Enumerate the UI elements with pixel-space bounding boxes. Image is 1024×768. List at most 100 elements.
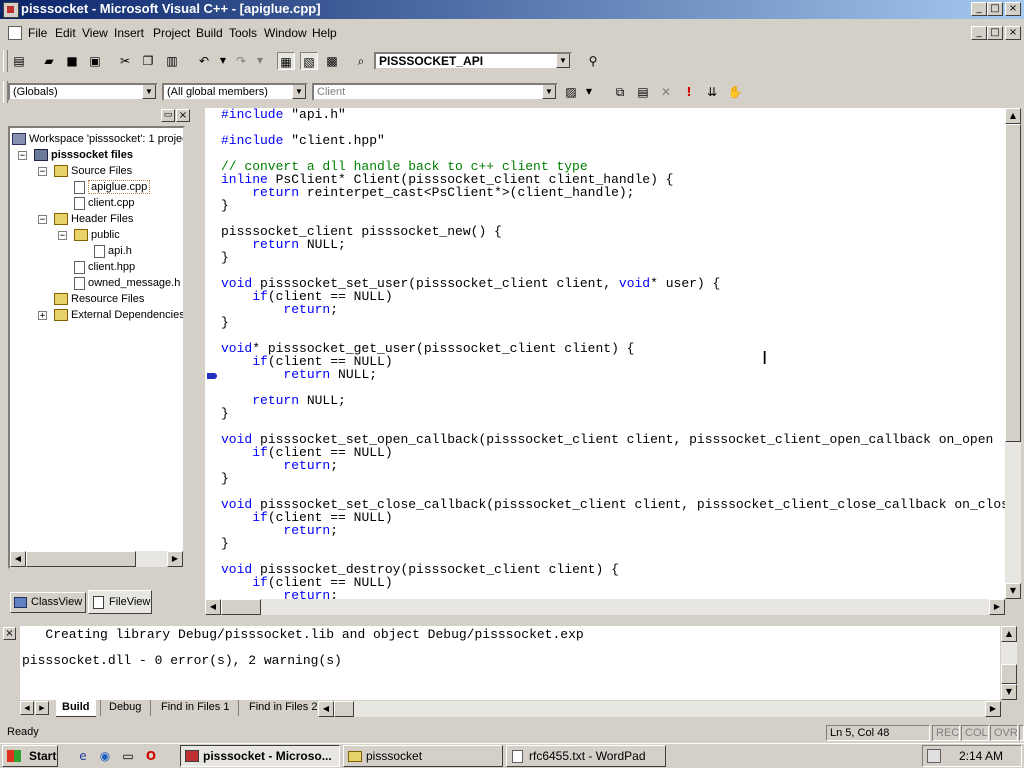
tree-owned-message-h[interactable]: owned_message.h — [74, 275, 180, 291]
go-icon[interactable]: ⇊ — [703, 83, 721, 101]
expand-toggle-icon[interactable]: + — [38, 311, 47, 321]
wizard-action-dropdown-icon[interactable]: ▼ — [580, 83, 598, 101]
scroll-right-icon[interactable]: ▶ — [167, 551, 183, 567]
tree-source-files[interactable]: Source Files — [54, 163, 132, 179]
save-icon[interactable]: ■ — [63, 52, 81, 70]
chevron-down-icon[interactable]: ▼ — [142, 85, 156, 99]
doc-close-button[interactable]: × — [1005, 26, 1021, 40]
find-in-files-icon[interactable]: ⌕ — [352, 52, 370, 70]
menu-project[interactable]: Project — [153, 26, 190, 40]
expand-toggle-icon[interactable]: − — [38, 215, 47, 225]
tab-find-in-files-2[interactable]: Find in Files 2 — [238, 700, 327, 716]
doc-restore-button[interactable]: □ — [987, 26, 1003, 40]
workspace-window-icon[interactable]: ▦ — [277, 52, 295, 70]
stop-build-icon[interactable]: ✕ — [657, 83, 675, 101]
tree-hscrollbar[interactable]: ◀ ▶ — [10, 551, 183, 567]
task-msvc[interactable]: pisssocket - Microso... — [180, 745, 340, 767]
code-editor[interactable]: #include "api.h" #include "client.hpp" /… — [205, 108, 1005, 599]
menu-edit[interactable]: Edit — [55, 26, 76, 40]
project-config-combo[interactable]: PISSSOCKET_API ▼ — [374, 52, 572, 70]
tree-api-h[interactable]: api.h — [94, 243, 132, 259]
execute-icon[interactable]: ! — [680, 83, 698, 101]
tree-external-dependencies[interactable]: External Dependencies — [54, 307, 183, 323]
ie-icon[interactable]: e — [74, 747, 92, 765]
expand-toggle-icon[interactable]: − — [38, 167, 47, 177]
function-combo[interactable]: Client ▼ — [312, 83, 558, 101]
scroll-left-icon[interactable]: ◀ — [205, 599, 221, 615]
editor-vscrollbar[interactable]: ▲ ▼ — [1005, 108, 1021, 599]
scroll-thumb[interactable] — [334, 701, 354, 717]
menu-file[interactable]: File — [28, 26, 47, 40]
scroll-thumb[interactable] — [1001, 664, 1017, 684]
scroll-thumb[interactable] — [26, 551, 136, 567]
tree-apiglue-cpp[interactable]: apiglue.cpp — [74, 179, 151, 195]
tree-header-files[interactable]: Header Files — [54, 211, 133, 227]
close-button[interactable]: × — [1005, 2, 1021, 16]
output-window-icon[interactable]: ▧ — [300, 52, 318, 70]
members-combo[interactable]: (All global members) ▼ — [162, 83, 308, 101]
tab-classview[interactable]: ClassView — [10, 592, 86, 613]
scroll-thumb[interactable] — [221, 599, 261, 615]
build-icon[interactable]: ▤ — [634, 83, 652, 101]
task-wordpad[interactable]: rfc6455.txt - WordPad — [506, 745, 666, 767]
tab-scroll-right-icon[interactable]: ▶ — [35, 701, 49, 715]
task-pisssocket-folder[interactable]: pisssocket — [343, 745, 503, 767]
tree-public[interactable]: public — [74, 227, 120, 243]
tab-build[interactable]: Build — [56, 700, 96, 717]
tree-project[interactable]: pisssocket files — [34, 147, 133, 163]
scroll-down-icon[interactable]: ▼ — [1005, 583, 1021, 599]
chevron-down-icon[interactable]: ▼ — [292, 85, 306, 99]
scroll-down-icon[interactable]: ▼ — [1001, 684, 1017, 700]
tree-resource-files[interactable]: Resource Files — [54, 291, 144, 307]
find-icon[interactable]: ⚲ — [584, 52, 602, 70]
chevron-down-icon[interactable]: ▼ — [542, 85, 556, 99]
undo-icon[interactable]: ↶ — [195, 52, 213, 70]
code-text[interactable]: #include "api.h" #include "client.hpp" /… — [221, 108, 1005, 599]
window-list-icon[interactable]: ▩ — [323, 52, 341, 70]
scroll-left-icon[interactable]: ◀ — [10, 551, 26, 567]
tab-debug[interactable]: Debug — [100, 700, 149, 716]
redo-dropdown-icon[interactable]: ▼ — [251, 52, 269, 70]
workspace-restore-button[interactable]: ▭ — [161, 109, 175, 122]
menu-tools[interactable]: Tools — [229, 26, 257, 40]
redo-icon[interactable]: ↷ — [232, 52, 250, 70]
chevron-down-icon[interactable]: ▼ — [556, 54, 570, 68]
workspace-close-button[interactable]: × — [176, 109, 190, 122]
tray-icon[interactable] — [927, 749, 941, 763]
workspace-icon[interactable]: ▤ — [10, 52, 28, 70]
expand-toggle-icon[interactable]: − — [18, 151, 27, 161]
scroll-right-icon[interactable]: ▶ — [989, 599, 1005, 615]
paste-icon[interactable]: ▥ — [163, 52, 181, 70]
menu-view[interactable]: View — [82, 26, 108, 40]
scroll-up-icon[interactable]: ▲ — [1001, 626, 1017, 642]
maximize-button[interactable]: □ — [987, 2, 1003, 16]
tab-scroll-left-icon[interactable]: ◀ — [20, 701, 34, 715]
expand-toggle-icon[interactable]: − — [58, 231, 67, 241]
scroll-right-icon[interactable]: ▶ — [985, 701, 1001, 717]
output-hscrollbar[interactable]: ◀ ▶ — [318, 701, 1001, 717]
browser-icon[interactable]: ◉ — [96, 747, 114, 765]
tree-client-cpp[interactable]: client.cpp — [74, 195, 134, 211]
menu-insert[interactable]: Insert — [114, 26, 144, 40]
clock[interactable]: 2:14 AM — [959, 746, 1003, 766]
scroll-left-icon[interactable]: ◀ — [318, 701, 334, 717]
breakpoint-icon[interactable]: ✋ — [726, 83, 744, 101]
compile-icon[interactable]: ⧉ — [611, 83, 629, 101]
doc-minimize-button[interactable]: _ — [971, 26, 987, 40]
desktop-icon[interactable]: ▭ — [119, 747, 137, 765]
document-icon[interactable] — [8, 26, 22, 40]
copy-icon[interactable]: ❐ — [139, 52, 157, 70]
menu-window[interactable]: Window — [264, 26, 307, 40]
tree-client-hpp[interactable]: client.hpp — [74, 259, 135, 275]
undo-dropdown-icon[interactable]: ▼ — [214, 52, 232, 70]
start-button[interactable]: Start — [2, 745, 58, 767]
output-close-button[interactable]: × — [3, 627, 16, 640]
tab-find-in-files-1[interactable]: Find in Files 1 — [150, 700, 239, 716]
cut-icon[interactable]: ✂ — [116, 52, 134, 70]
tab-fileview[interactable]: FileView — [88, 590, 152, 614]
output-vscrollbar[interactable]: ▲ ▼ — [1001, 626, 1017, 700]
app-icon[interactable] — [3, 2, 19, 18]
menu-build[interactable]: Build — [196, 26, 223, 40]
editor-hscrollbar[interactable]: ◀ ▶ — [205, 599, 1005, 615]
scope-combo[interactable]: (Globals) ▼ — [8, 83, 158, 101]
